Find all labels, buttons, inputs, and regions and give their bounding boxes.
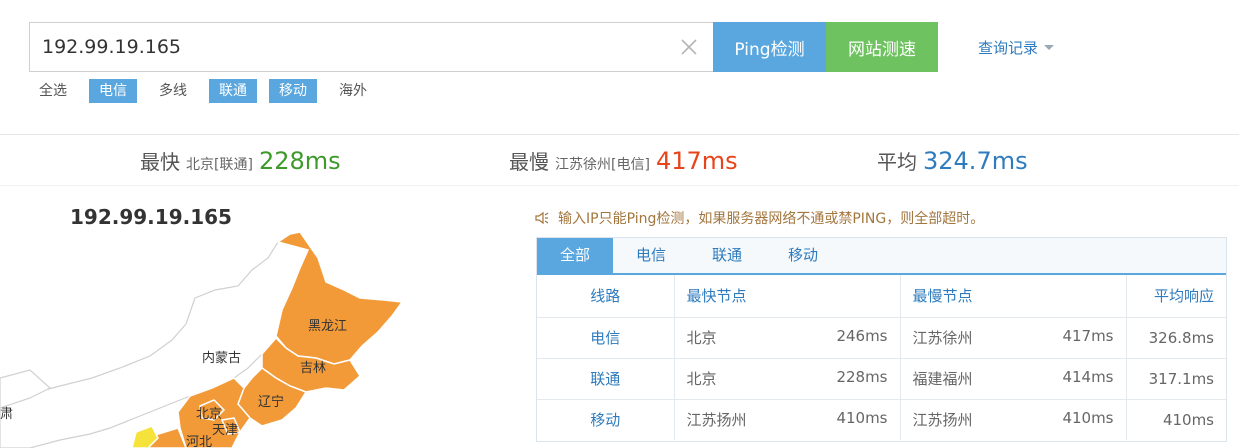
header-slowest: 最慢节点 [900,275,1127,318]
stat-fastest-label: 最快 [140,150,180,174]
row-line: 移动 [537,399,675,440]
fast-ms: 228ms [836,368,888,386]
isp-filters: 全选 电信 多线 联通 移动 海外 [29,79,377,103]
speaker-icon [535,211,549,225]
filter-telecom[interactable]: 电信 [89,79,137,103]
row-fastest: 北京 246ms [674,317,901,359]
row-slowest: 福建福州 414ms [900,358,1127,400]
divider [0,134,1239,135]
search-bar: Ping检测 网站测速 [29,22,938,72]
map-label-neimenggu: 内蒙古 [202,350,241,366]
ping-button[interactable]: Ping检测 [713,22,826,72]
filter-overseas[interactable]: 海外 [329,79,377,103]
row-slowest: 江苏徐州 417ms [900,317,1127,359]
tab-unicom[interactable]: 联通 [689,238,765,273]
row-average: 410ms [1162,410,1214,429]
results-panel: 全部 电信 联通 移动 线路 最快节点 最慢节点 平均响应 电信 北京 246ms… [536,237,1227,442]
row-average: 326.8ms [1126,317,1226,359]
tab-telecom[interactable]: 电信 [613,238,689,273]
history-label: 查询记录 [978,39,1039,57]
filter-multiline[interactable]: 多线 [149,79,197,103]
filter-mobile[interactable]: 移动 [269,79,317,103]
close-icon[interactable] [677,35,701,59]
header-line: 线路 [537,275,675,318]
chevron-down-icon [1044,45,1055,50]
slow-ms: 417ms [1062,327,1114,345]
slow-ms: 410ms [1062,409,1114,428]
stat-fastest-node: 北京[联通] [186,157,253,173]
china-map: 黑龙江 吉林 辽宁 内蒙古 北京 天津 河北 肃 [0,231,404,448]
tab-mobile[interactable]: 移动 [765,238,841,273]
stat-slowest: 最慢 江苏徐州[电信] 417ms [509,146,738,178]
map-label-tianjin: 天津 [212,423,238,438]
history-dropdown[interactable]: 查询记录 [978,37,1055,58]
map-label-liaoning: 辽宁 [258,394,284,410]
row-line: 联通 [537,358,675,400]
header-average: 平均响应 [1126,275,1226,318]
header-fastest: 最快节点 [674,275,901,318]
filter-all[interactable]: 全选 [29,79,77,103]
search-input[interactable] [29,22,714,72]
table-header: 线路 最快节点 最慢节点 平均响应 [537,275,1226,318]
results-table: 线路 最快节点 最慢节点 平均响应 电信 北京 246ms 江苏徐州 417ms 3… [537,275,1226,440]
fast-node: 北京 [686,329,717,347]
table-row: 电信 北京 246ms 江苏徐州 417ms 326.8ms [537,317,1226,359]
fast-ms: 410ms [836,409,888,428]
slow-node: 江苏徐州 [912,329,973,347]
map-label-beijing: 北京 [196,407,222,422]
map-label-jilin: 吉林 [300,361,326,376]
table-row: 移动 江苏扬州 410ms 江苏扬州 410ms 410ms [537,399,1226,440]
row-fastest: 北京 228ms [674,358,901,400]
stat-fastest: 最快 北京[联通] 228ms [140,146,341,178]
results-tabs: 全部 电信 联通 移动 [537,238,1226,275]
map-title: 192.99.19.165 [70,205,232,229]
stat-average: 平均 324.7ms [877,146,1028,178]
divider [0,185,1239,186]
row-fastest: 江苏扬州 410ms [674,399,901,440]
notice-text: 输入IP只能Ping检测，如果服务器网络不通或禁PING，则全部超时。 [558,211,985,227]
slow-node: 福建福州 [912,370,973,388]
row-average: 317.1ms [1126,358,1226,400]
slow-ms: 414ms [1062,368,1114,386]
map-label-gansu: 肃 [0,407,13,422]
stat-fastest-value: 228ms [258,147,341,175]
stat-average-label: 平均 [877,150,917,174]
map-label-hebei: 河北 [186,435,212,448]
table-row: 联通 北京 228ms 福建福州 414ms 317.1ms [537,358,1226,400]
speed-test-button[interactable]: 网站测速 [826,22,938,72]
row-line: 电信 [537,317,675,359]
row-slowest: 江苏扬州 410ms [900,399,1127,440]
fast-node: 江苏扬州 [686,411,747,430]
stat-slowest-value: 417ms [655,147,738,175]
notice: 输入IP只能Ping检测，如果服务器网络不通或禁PING，则全部超时。 [534,208,984,228]
map-label-heilongjiang: 黑龙江 [308,319,347,334]
stat-slowest-label: 最慢 [509,150,549,174]
filter-unicom[interactable]: 联通 [209,79,257,103]
stat-slowest-node: 江苏徐州[电信] [555,157,650,173]
fast-node: 北京 [686,370,717,388]
slow-node: 江苏扬州 [912,411,973,430]
fast-ms: 246ms [836,327,888,345]
stat-average-value: 324.7ms [923,147,1028,175]
tab-all[interactable]: 全部 [537,238,613,273]
